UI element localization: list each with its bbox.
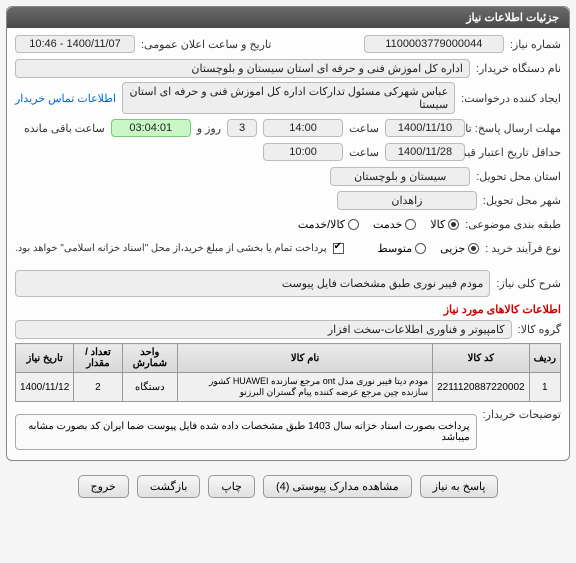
th-name: نام کالا xyxy=(178,344,433,373)
field-announce-datetime: 1400/11/07 - 10:46 xyxy=(15,35,135,53)
radio-medium-label: متوسط xyxy=(378,242,413,255)
print-button[interactable]: چاپ xyxy=(208,475,255,498)
field-deadline-time: 14:00 xyxy=(263,119,343,137)
radio-empty-icon xyxy=(405,219,416,230)
main-panel: جزئیات اطلاعات نیاز شماره نیاز: 11000037… xyxy=(6,6,570,461)
field-buyer-notes: پرداخت بصورت اسناد خزانه سال 1403 طبق مش… xyxy=(15,414,477,450)
cell-qty: 2 xyxy=(74,373,122,402)
cell-name: مودم دیتا فیبر نوری مدل ont مرجع سازنده … xyxy=(178,373,433,402)
radio-empty-icon xyxy=(415,243,426,254)
contact-link[interactable]: اطلاعات تماس خریدار xyxy=(15,92,116,105)
button-bar: پاسخ به نیاز مشاهده مدارک پیوستی (4) چاپ… xyxy=(0,467,576,506)
label-time-1: ساعت xyxy=(349,122,379,135)
table-header-row: ردیف کد کالا نام کالا واحد شمارش تعداد /… xyxy=(16,344,561,373)
field-validity-date: 1400/11/28 xyxy=(385,143,465,161)
label-purchase-type: نوع فرآیند خرید : xyxy=(485,242,561,255)
radio-service[interactable]: خدمت xyxy=(373,218,416,231)
field-buyer-org: اداره کل اموزش فنی و حرفه ای استان سیستا… xyxy=(15,59,470,78)
radio-service-label: خدمت xyxy=(373,218,402,231)
field-need-summary: مودم فیبر نوری طبق مشخصات فایل پیوست xyxy=(15,270,490,297)
field-requester: عباس شهرکی مسئول تدارکات اداره کل اموزش … xyxy=(122,82,455,114)
category-radio-group: کالا خدمت کالا/خدمت xyxy=(298,218,459,231)
field-remaining-clock: 03:04:01 xyxy=(111,119,191,137)
th-row: ردیف xyxy=(529,344,560,373)
panel-title: جزئیات اطلاعات نیاز xyxy=(7,7,569,28)
field-remaining-days: 3 xyxy=(227,119,257,137)
radio-dot-icon xyxy=(468,243,479,254)
respond-button[interactable]: پاسخ به نیاز xyxy=(420,475,499,498)
label-item-group: گروه کالا: xyxy=(518,323,561,336)
radio-empty-icon xyxy=(348,219,359,230)
label-need-number: شماره نیاز: xyxy=(510,38,561,51)
field-need-number: 1100003779000044 xyxy=(364,35,504,53)
radio-goods[interactable]: کالا xyxy=(430,218,459,231)
label-buyer-org: نام دستگاه خریدار: xyxy=(476,62,561,75)
radio-both[interactable]: کالا/خدمت xyxy=(298,218,359,231)
cell-code: 2211120887220002 xyxy=(433,373,530,402)
radio-medium[interactable]: متوسط xyxy=(378,242,427,255)
purchase-radio-group: جزیی متوسط xyxy=(378,242,480,255)
field-city: زاهدان xyxy=(337,191,477,210)
payment-note: پرداخت تمام یا بخشی از مبلغ خرید،از محل … xyxy=(15,243,327,254)
th-date: تاریخ نیاز xyxy=(16,344,74,373)
label-time-2: ساعت xyxy=(349,146,379,159)
label-day-and: روز و xyxy=(197,122,221,135)
back-button[interactable]: بازگشت xyxy=(137,475,201,498)
field-deadline-date: 1400/11/10 xyxy=(385,119,465,137)
items-section-title: اطلاعات کالاهای مورد نیاز xyxy=(15,303,561,316)
label-need-summary: شرح کلی نیاز: xyxy=(496,277,561,290)
cell-date: 1400/11/12 xyxy=(16,373,74,402)
radio-dot-icon xyxy=(448,219,459,230)
radio-goods-label: کالا xyxy=(430,218,445,231)
radio-both-label: کالا/خدمت xyxy=(298,218,345,231)
th-unit: واحد شمارش xyxy=(122,344,178,373)
label-buyer-notes: توضیحات خریدار: xyxy=(483,408,561,421)
label-validity: حداقل تاریخ اعتبار قیمت: تا تاریخ: xyxy=(471,146,561,159)
cell-row: 1 xyxy=(529,373,560,402)
label-city: شهر محل تحویل: xyxy=(483,194,561,207)
label-requester: ایجاد کننده درخواست: xyxy=(461,92,561,105)
table-row: 1 2211120887220002 مودم دیتا فیبر نوری م… xyxy=(16,373,561,402)
field-item-group: کامپیوتر و فناوری اطلاعات-سخت افزار xyxy=(15,320,512,339)
th-qty: تعداد / مقدار xyxy=(74,344,122,373)
label-announce-datetime: تاریخ و ساعت اعلان عمومی: xyxy=(141,38,271,51)
th-code: کد کالا xyxy=(433,344,530,373)
exit-button[interactable]: خروج xyxy=(78,475,129,498)
label-remaining: ساعت باقی مانده xyxy=(24,122,105,135)
radio-partial-label: جزیی xyxy=(440,242,465,255)
cell-unit: دستگاه xyxy=(122,373,178,402)
field-validity-time: 10:00 xyxy=(263,143,343,161)
radio-partial[interactable]: جزیی xyxy=(440,242,479,255)
payment-checkbox[interactable] xyxy=(333,243,344,254)
label-place: استان محل تحویل: xyxy=(476,170,561,183)
items-table: ردیف کد کالا نام کالا واحد شمارش تعداد /… xyxy=(15,343,561,402)
attachments-button[interactable]: مشاهده مدارک پیوستی (4) xyxy=(263,475,412,498)
field-place: سیستان و بلوچستان xyxy=(330,167,470,186)
label-response-deadline: مهلت ارسال پاسخ: تا تاریخ: xyxy=(471,122,561,135)
label-category: طبقه بندی موضوعی: xyxy=(465,218,561,231)
